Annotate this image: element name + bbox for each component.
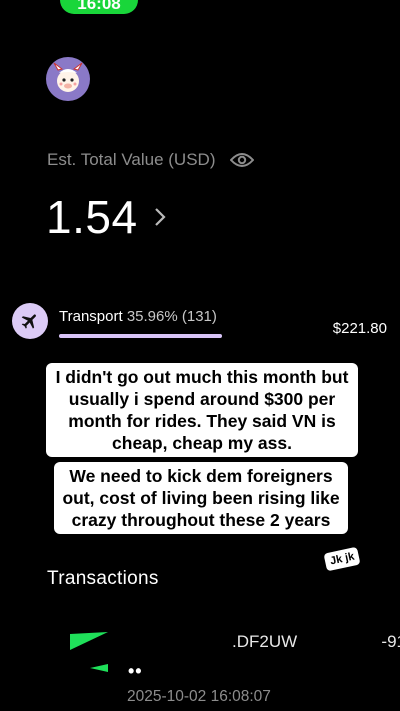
total-value[interactable]: 1.54 (46, 190, 166, 244)
transaction-date: 2025-10-02 16:08:07 (127, 688, 271, 705)
transaction-amount: -91 (381, 632, 400, 651)
goat-avatar-icon (53, 62, 83, 92)
total-value-label: Est. Total Value (USD) (47, 150, 216, 169)
transaction-id[interactable]: .DF2UW (232, 632, 297, 652)
transaction-logo-icon (70, 632, 108, 672)
more-dots-icon: •• (128, 661, 143, 681)
category-progress-fill (59, 334, 222, 338)
category-row[interactable]: Transport 35.96% (131) (59, 308, 217, 325)
total-value-amount: 1.54 (46, 191, 138, 243)
category-progress-bar (59, 334, 222, 338)
status-time: 16:08 (77, 0, 121, 13)
total-value-label-row: Est. Total Value (USD) (47, 150, 254, 170)
category-icon (12, 303, 48, 339)
category-name: Transport (59, 308, 123, 325)
chevron-right-icon (154, 208, 166, 226)
status-time-pill: 16:08 (60, 0, 138, 14)
overlay-sticker: Jk jk (323, 546, 361, 572)
overlay-caption-2: We need to kick dem foreigners out, cost… (54, 462, 348, 534)
eye-icon[interactable] (229, 152, 254, 168)
category-stats: 35.96% (131) (126, 308, 217, 325)
avatar[interactable] (46, 57, 90, 101)
airplane-icon (21, 314, 36, 329)
overlay-caption-1: I didn't go out much this month but usua… (46, 363, 358, 457)
category-amount: $221.80 (332, 320, 387, 337)
transactions-title: Transactions (47, 568, 159, 589)
